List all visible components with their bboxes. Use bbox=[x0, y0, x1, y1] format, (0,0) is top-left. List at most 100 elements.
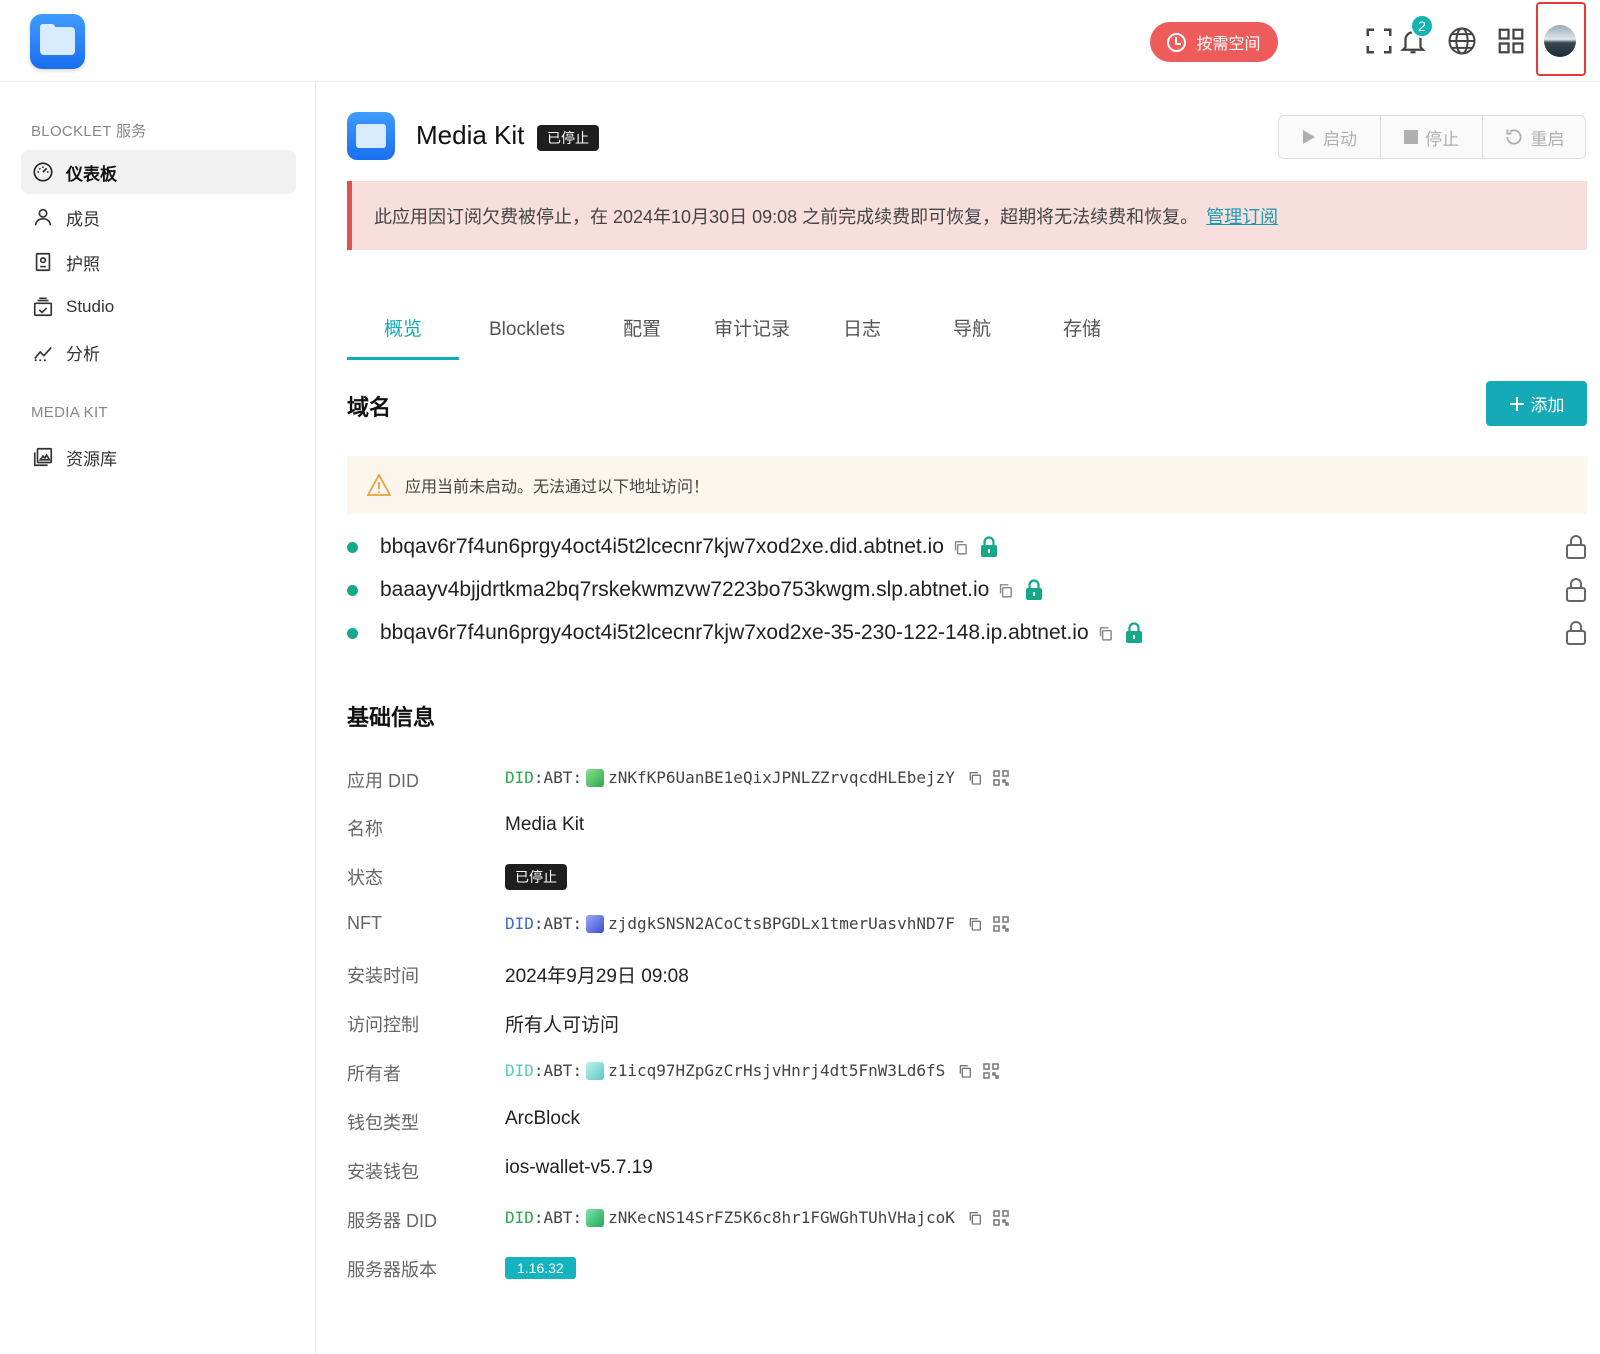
start-label: 启动 bbox=[1323, 129, 1357, 149]
owner-value: DID:ABT: z1icq97HZpGzCrHsjvHnrj4dt5FnW3L… bbox=[505, 1061, 999, 1080]
app-did-label: 应用 DID bbox=[347, 771, 419, 791]
sidebar-item-label: 护照 bbox=[66, 254, 100, 274]
top-header: 按需空间 2 bbox=[0, 0, 1600, 82]
server-did-value: DID:ABT: zNKecNS14SrFZ5K6c8hr1FGWGhTUhVH… bbox=[505, 1208, 1009, 1227]
ondemand-space-button[interactable]: 按需空间 bbox=[1150, 22, 1278, 62]
analytics-icon bbox=[34, 346, 52, 362]
tab-config[interactable]: 配置 bbox=[602, 310, 682, 360]
app-did-text: zNKfKP6UanBE1eQixJPNLZZrvqcdHLEbejzY bbox=[608, 768, 955, 787]
did-prefix: DID bbox=[505, 1061, 534, 1080]
sidebar-item-members[interactable]: 成员 bbox=[21, 195, 296, 239]
status-badge: 已停止 bbox=[537, 125, 599, 151]
library-icon bbox=[33, 447, 53, 467]
install-time-label: 安装时间 bbox=[347, 966, 419, 986]
domain-link[interactable]: baaayv4bjjdrtkma2bq7rskekwmzvw7223bo753k… bbox=[380, 578, 989, 602]
lock-icon[interactable] bbox=[1565, 534, 1587, 560]
passport-icon bbox=[35, 252, 51, 272]
qrcode-icon[interactable] bbox=[993, 915, 1009, 932]
sidebar-section-media-kit: MEDIA KIT bbox=[31, 404, 108, 421]
tab-navigation[interactable]: 导航 bbox=[932, 310, 1012, 360]
apps-grid-icon[interactable] bbox=[1496, 26, 1526, 56]
sidebar-item-library[interactable]: 资源库 bbox=[21, 435, 296, 479]
sidebar-item-dashboard[interactable]: 仪表板 bbox=[21, 150, 296, 194]
user-avatar[interactable] bbox=[1544, 25, 1576, 57]
lock-secure-icon bbox=[1125, 622, 1142, 643]
nft-did-text: zjdgkSNSN2ACoCtsBPGDLx1tmerUasvhND7F bbox=[608, 914, 955, 933]
status-label: 状态 bbox=[347, 868, 383, 888]
did-abt-prefix: :ABT: bbox=[533, 1061, 583, 1080]
access-value: 所有人可访问 bbox=[505, 1015, 620, 1036]
lock-secure-icon bbox=[980, 536, 997, 557]
tab-logs[interactable]: 日志 bbox=[822, 310, 902, 360]
app-icon bbox=[347, 112, 395, 160]
fullscreen-icon[interactable] bbox=[1364, 26, 1394, 56]
domain-item: bbqav6r7f4un6prgy4oct4i5t2lcecnr7kjw7xod… bbox=[347, 615, 1587, 651]
warning-text: 应用当前未启动。无法通过以下地址访问！ bbox=[405, 479, 710, 496]
copy-icon[interactable] bbox=[967, 1210, 983, 1226]
copy-icon[interactable] bbox=[967, 916, 983, 932]
user-icon bbox=[34, 208, 52, 226]
copy-icon[interactable] bbox=[957, 1063, 973, 1079]
did-avatar-icon bbox=[586, 768, 605, 787]
nft-label: NFT bbox=[347, 913, 382, 933]
server-did-text: zNKecNS14SrFZ5K6c8hr1FGWGhTUhVHajcoK bbox=[608, 1208, 955, 1227]
tab-overview[interactable]: 概览 bbox=[347, 310, 459, 360]
lock-icon[interactable] bbox=[1565, 577, 1587, 603]
domain-link[interactable]: bbqav6r7f4un6prgy4oct4i5t2lcecnr7kjw7xod… bbox=[380, 535, 944, 559]
copy-icon[interactable] bbox=[997, 582, 1014, 599]
did-avatar-icon bbox=[586, 1208, 605, 1227]
did-prefix: DID bbox=[505, 914, 534, 933]
warning-icon bbox=[367, 474, 391, 496]
qrcode-icon[interactable] bbox=[993, 769, 1009, 786]
sidebar-item-label: 资源库 bbox=[66, 449, 117, 469]
app-logo[interactable] bbox=[30, 14, 85, 69]
studio-icon bbox=[33, 297, 53, 317]
stop-button[interactable]: 停止 bbox=[1381, 116, 1483, 158]
restart-button[interactable]: 重启 bbox=[1483, 116, 1585, 158]
add-domain-button[interactable]: 添加 bbox=[1486, 381, 1587, 426]
server-version-value: 1.16.32 bbox=[505, 1257, 576, 1279]
clock-icon bbox=[1167, 32, 1187, 52]
install-time-value: 2024年9月29日 09:08 bbox=[505, 966, 689, 987]
install-wallet-value: ios-wallet-v5.7.19 bbox=[505, 1157, 653, 1178]
qrcode-icon[interactable] bbox=[983, 1062, 999, 1079]
tab-blocklets[interactable]: Blocklets bbox=[467, 310, 587, 360]
ondemand-label: 按需空间 bbox=[1196, 36, 1261, 53]
domain-item: bbqav6r7f4un6prgy4oct4i5t2lcecnr7kjw7xod… bbox=[347, 529, 1587, 565]
sidebar-item-label: Studio bbox=[66, 297, 115, 316]
sidebar-item-analytics[interactable]: 分析 bbox=[21, 330, 296, 374]
copy-icon[interactable] bbox=[1097, 625, 1114, 642]
owner-did-text: z1icq97HZpGzCrHsjvHnrj4dt5FnW3Ld6fS bbox=[608, 1061, 946, 1080]
start-button[interactable]: 启动 bbox=[1279, 116, 1381, 158]
status-value: 已停止 bbox=[505, 864, 567, 890]
notification-badge: 2 bbox=[1410, 14, 1434, 38]
tab-storage[interactable]: 存储 bbox=[1042, 310, 1122, 360]
copy-icon[interactable] bbox=[952, 539, 969, 556]
lock-icon[interactable] bbox=[1565, 620, 1587, 646]
sidebar-item-passport[interactable]: 护照 bbox=[21, 240, 296, 284]
app-control-group: 启动 停止 重启 bbox=[1278, 115, 1586, 159]
sidebar-item-studio[interactable]: Studio bbox=[21, 285, 296, 329]
did-abt-prefix: :ABT: bbox=[533, 914, 583, 933]
dashboard-icon bbox=[33, 162, 53, 182]
status-dot bbox=[347, 541, 358, 553]
stop-icon bbox=[1404, 130, 1418, 144]
plus-icon bbox=[1509, 396, 1524, 411]
did-avatar-icon bbox=[586, 1061, 605, 1080]
domain-item: baaayv4bjjdrtkma2bq7rskekwmzvw7223bo753k… bbox=[347, 572, 1587, 608]
copy-icon[interactable] bbox=[967, 770, 983, 786]
alert-text: 此应用因订阅欠费被停止，在 2024年10月30日 09:08 之前完成续费即可… bbox=[374, 206, 1199, 227]
sidebar: BLOCKLET 服务 仪表板 成员 护照 Studio 分析 MEDIA KI… bbox=[0, 82, 316, 1354]
domain-link[interactable]: bbqav6r7f4un6prgy4oct4i5t2lcecnr7kjw7xod… bbox=[380, 621, 1089, 645]
manage-subscription-link[interactable]: 管理订阅 bbox=[1206, 203, 1278, 229]
stop-label: 停止 bbox=[1425, 129, 1459, 149]
language-globe-icon[interactable] bbox=[1447, 26, 1477, 56]
subscription-alert: 此应用因订阅欠费被停止，在 2024年10月30日 09:08 之前完成续费即可… bbox=[347, 181, 1587, 250]
tab-audit-log[interactable]: 审计记录 bbox=[702, 310, 802, 360]
app-did-value: DID:ABT: zNKfKP6UanBE1eQixJPNLZZrvqcdHLE… bbox=[505, 768, 1009, 787]
status-badge: 已停止 bbox=[505, 864, 567, 890]
status-dot bbox=[347, 584, 358, 596]
status-dot bbox=[347, 627, 358, 639]
qrcode-icon[interactable] bbox=[993, 1209, 1009, 1226]
access-label: 访问控制 bbox=[347, 1015, 419, 1035]
